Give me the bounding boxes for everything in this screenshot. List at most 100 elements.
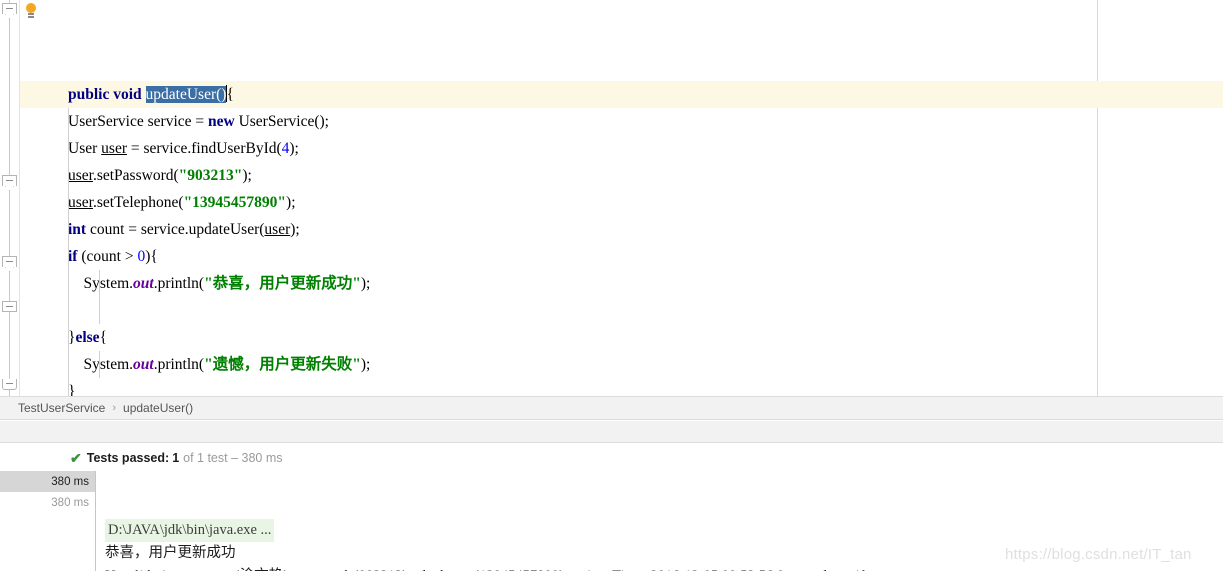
fold-marker-tip	[5, 14, 14, 19]
indent-guide	[68, 351, 69, 378]
tests-passed-detail: of 1 test – 380 ms	[183, 450, 283, 465]
fold-marker-box	[2, 301, 17, 312]
code-token: }	[68, 383, 76, 396]
indent-guide	[68, 270, 69, 297]
folding-gutter[interactable]	[0, 0, 20, 396]
indent-guide	[68, 324, 69, 351]
code-token: );	[286, 194, 296, 211]
code-token: else	[75, 329, 100, 346]
code-token: .println(	[153, 275, 205, 292]
indent-guide	[68, 378, 69, 396]
console-output-line: User{id=4, username='涂文艳', password='903…	[105, 565, 1223, 571]
selected-text: updateUser()	[145, 86, 227, 103]
code-line[interactable]: System.out.println("遗憾，用户更新失败");	[20, 351, 1223, 378]
indent-guide	[68, 108, 69, 135]
code-token: int	[68, 221, 87, 238]
code-token: (count >	[77, 248, 138, 265]
code-token: "903213"	[178, 167, 243, 184]
indent-guide	[68, 243, 69, 270]
code-editor[interactable]: public void updateUser(){UserService ser…	[0, 0, 1223, 396]
fold-marker[interactable]	[2, 375, 17, 390]
code-token: user	[101, 140, 127, 157]
indent-guide	[68, 216, 69, 243]
gutter-vertical-line	[9, 0, 10, 396]
code-token: out	[133, 275, 154, 292]
code-token: );	[242, 167, 252, 184]
code-token: User	[68, 140, 102, 157]
fold-marker[interactable]	[2, 3, 17, 19]
code-token: "13945457890"	[183, 194, 287, 211]
indent-guide	[99, 351, 100, 378]
idea-editor-window: public void updateUser(){UserService ser…	[0, 0, 1223, 571]
code-token: );	[360, 356, 371, 373]
code-token: "遗憾，用户更新失败"	[204, 356, 361, 373]
indent-guide	[68, 162, 69, 189]
fold-marker-box	[2, 3, 17, 14]
breadcrumb[interactable]: TestUserService › updateUser()	[0, 396, 1223, 420]
console-command-line: D:\JAVA\jdk\bin\java.exe ...	[105, 519, 275, 542]
fold-marker-box	[2, 175, 17, 186]
code-text-area[interactable]: public void updateUser(){UserService ser…	[20, 0, 1223, 396]
fold-marker-tip	[5, 186, 14, 191]
code-token: System.	[68, 275, 134, 292]
console-output-line: 恭喜，用户更新成功	[105, 545, 236, 561]
test-tree-row[interactable]: 380 ms	[0, 471, 95, 492]
code-token: UserService service =	[68, 113, 208, 130]
console-command-line-row: D:\JAVA\jdk\bin\java.exe ...	[105, 519, 1223, 542]
indent-guide	[68, 189, 69, 216]
code-line[interactable]: int count = service.updateUser(user);	[20, 216, 1223, 243]
code-token: UserService();	[234, 113, 329, 130]
code-line[interactable]: }	[20, 378, 1223, 396]
code-line[interactable]	[20, 297, 1223, 324]
indent-guide	[99, 297, 100, 324]
code-token: );	[290, 221, 300, 238]
code-token: user	[264, 221, 291, 238]
test-results-tree[interactable]: 380 ms 380 ms	[0, 471, 96, 571]
breadcrumb-method[interactable]: updateUser()	[123, 401, 193, 415]
code-line[interactable]: if (count > 0){	[20, 243, 1223, 270]
code-line[interactable]: user.setPassword("903213");	[20, 162, 1223, 189]
breadcrumb-separator-icon: ›	[112, 402, 117, 414]
fold-marker-tip	[5, 267, 14, 272]
code-line[interactable]: user.setTelephone("13945457890");	[20, 189, 1223, 216]
indent-guide	[68, 135, 69, 162]
fold-marker[interactable]	[2, 175, 17, 191]
code-token: public	[68, 86, 110, 103]
code-token: user	[68, 167, 93, 184]
code-token: System.	[68, 356, 134, 373]
code-token: .setPassword(	[92, 167, 179, 184]
code-token: .setTelephone(	[92, 194, 184, 211]
tests-passed-count: 1	[172, 450, 180, 465]
tests-passed-label: Tests passed:	[86, 450, 170, 465]
code-line[interactable]: UserService service = new UserService();	[20, 108, 1223, 135]
code-token: void	[113, 86, 142, 103]
fold-marker[interactable]	[2, 256, 17, 272]
code-token: out	[133, 356, 154, 373]
test-tree-row[interactable]: 380 ms	[0, 492, 95, 513]
code-line[interactable]: public void updateUser(){	[20, 81, 1223, 108]
code-token: {	[226, 86, 234, 103]
code-line[interactable]: }else{	[20, 324, 1223, 351]
code-token: "恭喜，用户更新成功"	[204, 275, 361, 292]
code-token: );	[360, 275, 371, 292]
code-token: ){	[145, 248, 158, 265]
check-icon: ✔	[70, 449, 82, 466]
code-token: = service.findUserById(	[126, 140, 282, 157]
test-status-bar: ✔ Tests passed: 1 of 1 test – 380 ms	[0, 444, 1223, 471]
code-token: new	[208, 113, 235, 130]
fold-marker-box	[2, 256, 17, 267]
breadcrumb-class[interactable]: TestUserService	[18, 401, 105, 415]
code-line[interactable]: User user = service.findUserById(4);	[20, 135, 1223, 162]
indent-guide	[99, 270, 100, 297]
fold-marker-box	[2, 379, 17, 390]
code-token: );	[289, 140, 299, 157]
run-console-output[interactable]: D:\JAVA\jdk\bin\java.exe ... 恭喜，用户更新成功 Use…	[97, 471, 1223, 571]
code-token: count = service.updateUser(	[86, 221, 265, 238]
run-tool-window-toolbar[interactable]	[0, 421, 1223, 443]
code-token: .println(	[153, 356, 205, 373]
indent-guide	[68, 297, 69, 324]
code-line[interactable]: System.out.println("恭喜，用户更新成功");	[20, 270, 1223, 297]
fold-marker[interactable]	[2, 301, 17, 316]
code-token: {	[99, 329, 108, 346]
